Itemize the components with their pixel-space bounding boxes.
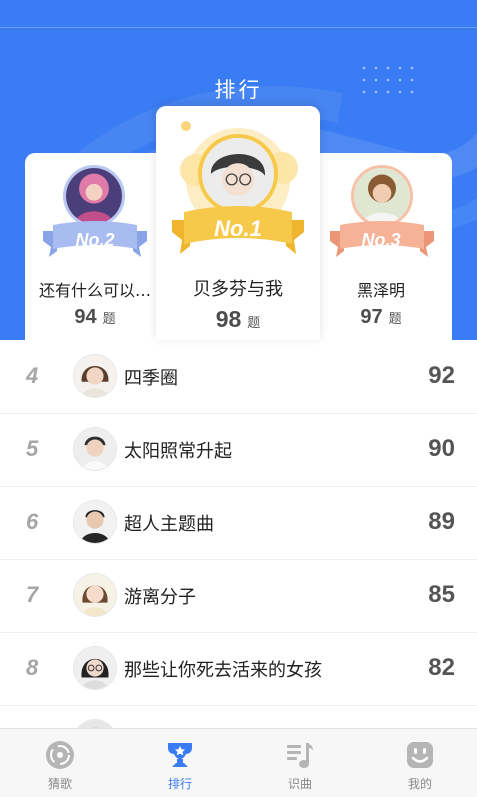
list-item[interactable]: 4 四季圈 92 — [0, 340, 477, 413]
score-value: 98 — [215, 306, 242, 332]
player-score: 92 — [428, 362, 455, 389]
avatar — [73, 354, 117, 398]
list-item[interactable] — [0, 705, 477, 728]
player-score: 85 — [428, 581, 455, 608]
player-name: 黑泽明 — [356, 281, 405, 300]
avatar — [73, 719, 117, 728]
trophy-icon — [168, 743, 192, 767]
avatar — [63, 165, 125, 227]
bottom-tab-bar: 猜歌 排行 识曲 我的 — [0, 728, 477, 797]
player-score: 82 — [428, 654, 455, 681]
player-score: 89 — [428, 508, 455, 535]
list-item[interactable]: 5 太阳照常升起 90 — [0, 413, 477, 486]
score-value: 97 — [360, 306, 383, 328]
tab-profile[interactable]: 我的 — [360, 729, 477, 797]
tab-ranking[interactable]: 排行 — [120, 729, 240, 797]
tab-guess-song[interactable]: 猜歌 — [0, 729, 120, 797]
player-name: 四季圈 — [124, 368, 178, 389]
avatar — [73, 500, 117, 544]
avatar — [73, 573, 117, 617]
page-title: 排行 — [214, 78, 263, 102]
tab-identify-song[interactable]: 识曲 — [240, 729, 360, 797]
list-item[interactable]: 8 那些让你死去活来的女孩 82 — [0, 632, 477, 705]
face-icon — [407, 742, 433, 768]
podium-card-third[interactable]: No.3 黑泽明 97 题 — [310, 153, 452, 340]
podium-card-second[interactable]: No.2 还有什么可以… 94 题 — [25, 153, 165, 340]
music-list-icon — [287, 743, 313, 768]
rank-number: 4 — [26, 363, 39, 388]
status-bar — [0, 0, 477, 28]
score-unit: 题 — [247, 316, 261, 331]
tab-label: 排行 — [167, 777, 192, 791]
player-name: 那些让你死去活来的女孩 — [124, 660, 322, 681]
avatar — [351, 165, 413, 227]
tab-label: 识曲 — [287, 777, 312, 791]
player-name: 超人主题曲 — [124, 514, 214, 535]
rank-number: 6 — [26, 509, 39, 534]
rank-label: No.1 — [214, 216, 262, 241]
disc-icon — [46, 741, 74, 769]
avatar — [73, 646, 117, 690]
score-value: 94 — [74, 306, 97, 328]
player-name: 太阳照常升起 — [124, 441, 232, 462]
tab-label: 猜歌 — [47, 777, 72, 791]
player-score: 90 — [428, 435, 455, 462]
avatar — [73, 427, 117, 471]
avatar — [198, 134, 278, 214]
rank-label: No.3 — [361, 230, 401, 250]
player-name: 贝多芬与我 — [193, 279, 283, 300]
player-name: 还有什么可以… — [38, 281, 151, 300]
podium-card-first[interactable]: No.1 贝多芬与我 98 题 — [156, 106, 320, 340]
score-unit: 题 — [102, 312, 116, 327]
rank-label: No.2 — [75, 230, 115, 250]
list-item[interactable]: 6 超人主题曲 89 — [0, 486, 477, 559]
rank-number: 8 — [26, 655, 39, 680]
player-score: 98 题 — [156, 306, 320, 333]
list-item[interactable]: 7 游离分子 85 — [0, 559, 477, 632]
score-unit: 题 — [388, 312, 402, 327]
player-score: 97 题 — [310, 306, 452, 329]
player-name: 游离分子 — [124, 587, 196, 608]
tab-label: 我的 — [407, 777, 432, 791]
rank-number: 5 — [26, 436, 39, 461]
player-score: 94 题 — [25, 306, 165, 329]
rank-number: 7 — [26, 582, 39, 607]
ranking-list[interactable]: 4 四季圈 92 5 太阳照常升起 90 6 超人主题曲 89 7 游离分子 8… — [0, 340, 477, 728]
